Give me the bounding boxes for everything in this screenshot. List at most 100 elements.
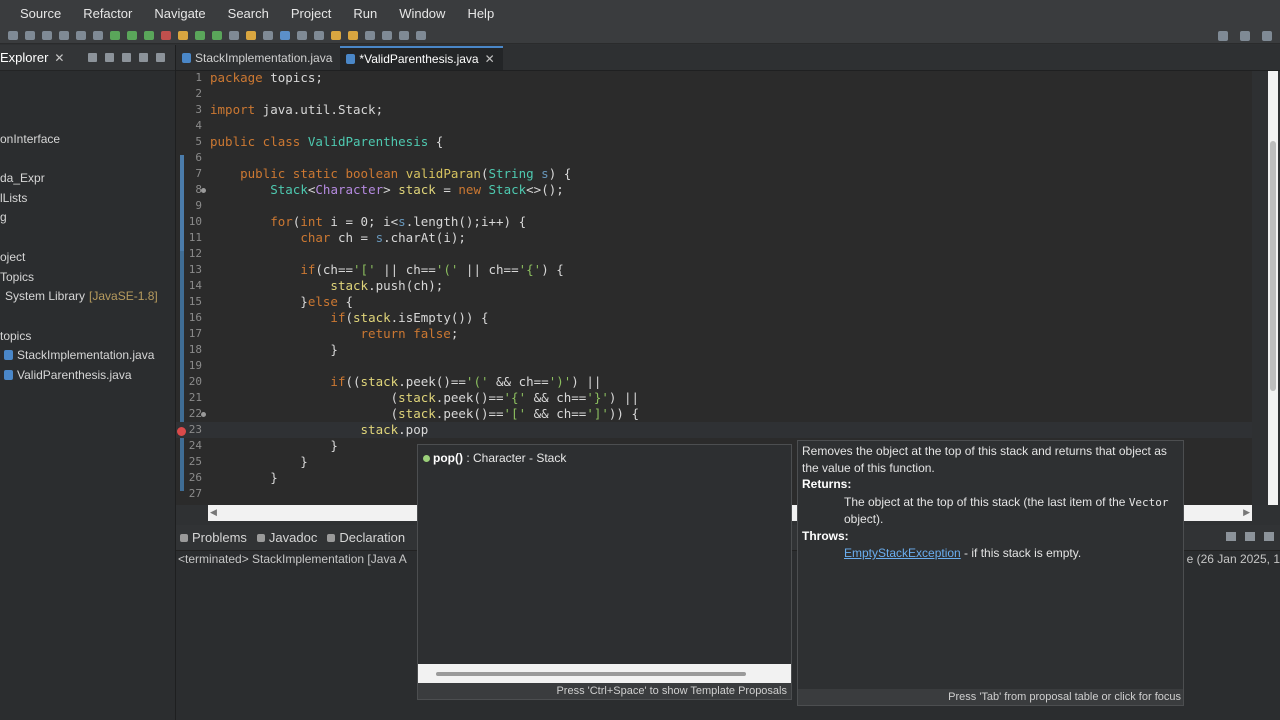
view-menu-icon[interactable] <box>122 53 131 62</box>
undo-icon[interactable] <box>59 31 69 40</box>
collapse-all-icon[interactable] <box>88 53 97 62</box>
search-tool-icon[interactable] <box>246 31 256 40</box>
pin-editor-icon[interactable] <box>416 31 426 40</box>
new-class-icon[interactable] <box>212 31 222 40</box>
new-package-icon[interactable] <box>195 31 205 40</box>
code-line[interactable]: 15 }else { <box>176 294 1252 310</box>
tab-stack-implementation[interactable]: StackImplementation.java <box>176 46 340 70</box>
code-line[interactable]: 3 import java.util.Stack; <box>176 102 1252 118</box>
line-number: 5 <box>195 135 202 148</box>
maximize-icon[interactable] <box>1264 532 1274 541</box>
menu-navigate[interactable]: Navigate <box>143 0 216 28</box>
scroll-thumb[interactable] <box>1270 141 1276 391</box>
code-line[interactable]: 10 for(int i = 0; i<s.length();i++) { <box>176 214 1252 230</box>
menu-source[interactable]: Source <box>0 0 72 28</box>
tab-declaration[interactable]: Declaration <box>323 530 411 545</box>
code-line[interactable]: 22 (stack.peek()=='[' && ch==']')) { <box>176 406 1252 422</box>
tree-item[interactable]: onInterface <box>0 132 60 146</box>
back-icon[interactable] <box>382 31 392 40</box>
code-line[interactable]: 8 Stack<Character> stack = new Stack<>()… <box>176 182 1252 198</box>
code-line[interactable]: 23 stack.pop <box>176 422 1252 438</box>
debug-icon[interactable] <box>93 31 103 40</box>
javadoc-popup[interactable]: Removes the object at the top of this st… <box>797 440 1184 706</box>
run-icon[interactable] <box>127 31 137 40</box>
proposal-scrollbar[interactable] <box>418 664 791 684</box>
console-display-icon[interactable] <box>1226 532 1236 541</box>
code-line[interactable]: 7 public static boolean validParan(Strin… <box>176 166 1252 182</box>
tab-javadoc[interactable]: Javadoc <box>253 530 323 545</box>
tree-item[interactable]: Topics <box>0 270 34 284</box>
returns-text-part: The object at the top of this stack (the… <box>844 495 1129 509</box>
save-all-icon[interactable] <box>42 31 52 40</box>
block-select-icon[interactable] <box>297 31 307 40</box>
error-icon[interactable] <box>177 427 186 436</box>
proposal-item[interactable]: pop() : Character - Stack <box>423 451 566 465</box>
menu-run[interactable]: Run <box>342 0 388 28</box>
java-perspective-icon[interactable] <box>1262 31 1272 41</box>
code-line[interactable]: 20 if((stack.peek()=='(' && ch==')') || <box>176 374 1252 390</box>
toggle-word-wrap-icon[interactable] <box>280 31 290 40</box>
forward-icon[interactable] <box>399 31 409 40</box>
code-line[interactable]: 14 stack.push(ch); <box>176 278 1252 294</box>
tree-item[interactable]: oject <box>0 250 25 264</box>
terminal-icon[interactable] <box>76 31 86 40</box>
exception-link[interactable]: EmptyStackException <box>844 546 961 560</box>
code-line[interactable]: 16 if(stack.isEmpty()) { <box>176 310 1252 326</box>
scroll-thumb[interactable] <box>436 672 746 676</box>
last-edit-icon[interactable] <box>365 31 375 40</box>
tree-item[interactable]: topics <box>0 329 31 343</box>
tree-item[interactable]: lLists <box>0 191 27 205</box>
code-line[interactable]: 12 <box>176 246 1252 262</box>
new-icon[interactable] <box>8 31 18 40</box>
debug-run-icon[interactable] <box>110 31 120 40</box>
code-line[interactable]: 1 package topics; <box>176 70 1252 86</box>
code-line[interactable]: 5 public class ValidParenthesis { <box>176 134 1252 150</box>
code-line[interactable]: 19 <box>176 358 1252 374</box>
code-line[interactable]: 6 <box>176 150 1252 166</box>
code-line[interactable]: 2 <box>176 86 1252 102</box>
search-icon[interactable] <box>1218 31 1228 41</box>
code-line[interactable]: 18 } <box>176 342 1252 358</box>
menu-window[interactable]: Window <box>388 0 456 28</box>
code-line[interactable]: 11 char ch = s.charAt(i); <box>176 230 1252 246</box>
new-java-project-icon[interactable] <box>178 31 188 40</box>
code-line[interactable]: 17 return false; <box>176 326 1252 342</box>
previous-annotation-icon[interactable] <box>348 31 358 40</box>
link-editor-icon[interactable] <box>105 53 114 62</box>
next-annotation-icon[interactable] <box>331 31 341 40</box>
menu-help[interactable]: Help <box>456 0 505 28</box>
open-type-icon[interactable] <box>229 31 239 40</box>
scroll-right-icon[interactable]: ▶ <box>1243 507 1250 518</box>
menu-refactor[interactable]: Refactor <box>72 0 143 28</box>
open-perspective-icon[interactable] <box>1240 31 1250 41</box>
minimize-icon[interactable] <box>1245 532 1255 541</box>
scroll-left-icon[interactable]: ◀ <box>210 507 217 518</box>
tab-label: Declaration <box>339 530 406 545</box>
code-line[interactable]: 4 <box>176 118 1252 134</box>
tab-valid-parenthesis[interactable]: *ValidParenthesis.java ✕ <box>340 46 503 70</box>
tree-item[interactable]: da_Expr <box>0 171 45 185</box>
tree-item[interactable]: StackImplementation.java <box>4 348 154 362</box>
code-line[interactable]: 9 <box>176 198 1252 214</box>
menu-project[interactable]: Project <box>280 0 342 28</box>
show-whitespace-icon[interactable] <box>314 31 324 40</box>
content-assist-popup[interactable]: pop() : Character - Stack Press 'Ctrl+Sp… <box>417 444 792 700</box>
save-icon[interactable] <box>25 31 35 40</box>
tab-problems[interactable]: Problems <box>176 530 253 545</box>
close-icon[interactable]: ✕ <box>54 51 64 65</box>
maximize-icon[interactable] <box>156 53 165 62</box>
coverage-icon[interactable] <box>144 31 154 40</box>
explorer-tab[interactable]: Explorer ✕ <box>0 45 175 71</box>
external-tools-icon[interactable] <box>161 31 171 40</box>
code-line[interactable]: 13 if(ch=='[' || ch=='(' || ch=='{') { <box>176 262 1252 278</box>
tree-item[interactable]: System Library [JavaSE-1.8] <box>5 289 158 303</box>
menu-search[interactable]: Search <box>217 0 280 28</box>
toggle-mark-icon[interactable] <box>263 31 273 40</box>
tree-item[interactable]: ValidParenthesis.java <box>4 368 132 382</box>
code-line[interactable]: 21 (stack.peek()=='{' && ch=='}') || <box>176 390 1252 406</box>
close-icon[interactable]: ✕ <box>485 52 495 66</box>
tree-item[interactable]: g <box>0 210 7 224</box>
editor-vertical-scrollbar[interactable] <box>1252 71 1280 505</box>
minimize-icon[interactable] <box>139 53 148 62</box>
tab-label: Problems <box>192 530 247 545</box>
